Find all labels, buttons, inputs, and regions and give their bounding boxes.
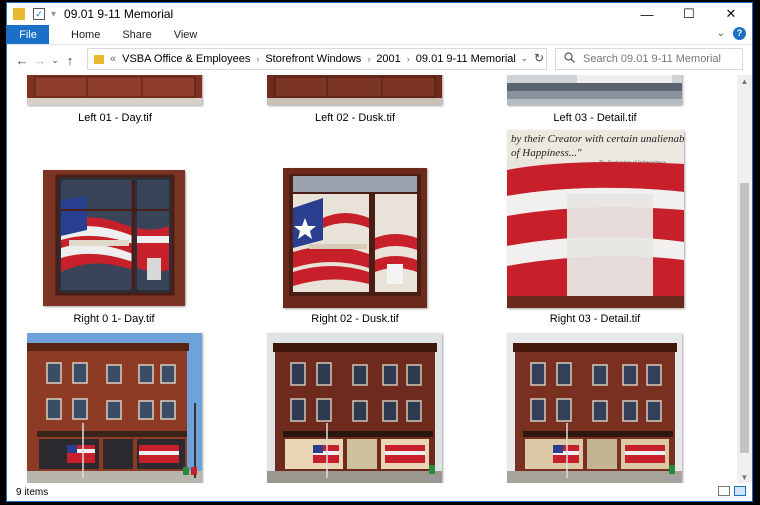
file-name[interactable]: Left 02 - Dusk.tif — [275, 112, 435, 124]
back-button[interactable]: ← — [13, 53, 31, 68]
tab-file[interactable]: File — [7, 25, 49, 44]
file-thumbnail[interactable] — [267, 75, 442, 105]
folder-icon — [13, 8, 25, 20]
tab-share[interactable]: Share — [122, 29, 151, 41]
tab-view[interactable]: View — [174, 29, 198, 41]
title-bar: ✓ ▾ 09.01 9-11 Memorial — ☐ ✕ — [7, 3, 752, 25]
file-thumbnail[interactable]: by their Creator with certain unalienabl… — [507, 130, 684, 308]
breadcrumb-item[interactable]: 09.01 9-11 Memorial — [416, 53, 516, 65]
file-thumbnail[interactable] — [267, 333, 442, 485]
large-icons-view-icon[interactable] — [734, 486, 746, 496]
file-name[interactable]: Right 02 - Dusk.tif — [275, 313, 435, 325]
detail-quote-line-2: of Happiness..." — [511, 147, 582, 159]
refresh-button[interactable]: ↻ — [534, 51, 544, 65]
file-thumbnail[interactable] — [507, 75, 682, 105]
close-button[interactable]: ✕ — [710, 3, 752, 25]
help-icon[interactable]: ? — [733, 27, 746, 40]
chevron-right-icon[interactable]: › — [407, 54, 410, 64]
file-thumbnail[interactable] — [283, 168, 427, 308]
search-icon — [564, 52, 575, 66]
breadcrumb-item[interactable]: 2001 — [376, 53, 400, 65]
address-bar[interactable]: « VSBA Office & Employees › Storefront W… — [87, 48, 547, 70]
file-thumbnail[interactable] — [43, 170, 185, 306]
forward-button[interactable]: → — [31, 53, 49, 68]
window-title: 09.01 9-11 Memorial — [64, 7, 174, 21]
folder-icon — [94, 54, 104, 64]
ribbon-tabs: File Home Share View ⌄ ? — [7, 25, 752, 45]
search-box[interactable]: Search 09.01 9-11 Memorial — [555, 48, 743, 70]
file-thumbnail[interactable] — [27, 333, 202, 485]
breadcrumb-item[interactable]: Storefront Windows — [265, 53, 361, 65]
chevron-right-icon[interactable]: › — [256, 54, 259, 64]
address-dropdown-icon[interactable]: ⌄ — [520, 53, 528, 64]
tab-home[interactable]: Home — [71, 29, 100, 41]
explorer-window: ✓ ▾ 09.01 9-11 Memorial — ☐ ✕ File Home … — [6, 2, 753, 502]
quick-access-dropdown-icon[interactable]: ▾ — [51, 9, 56, 20]
item-count: 9 items — [16, 486, 49, 498]
vertical-scrollbar[interactable]: ▲ ▼ — [737, 75, 752, 485]
file-name[interactable]: Right 03 - Detail.tif — [515, 313, 675, 325]
up-button[interactable]: ↑ — [61, 53, 79, 68]
file-name[interactable]: Left 01 - Day.tif — [35, 112, 195, 124]
file-list-pane[interactable]: Left 01 - Day.tif Left 02 - Dusk.tif Lef… — [7, 75, 738, 485]
search-input[interactable]: Search 09.01 9-11 Memorial — [583, 53, 721, 65]
file-name[interactable]: Right 0 1- Day.tif — [34, 313, 194, 325]
file-thumbnail[interactable] — [27, 75, 202, 105]
minimize-button[interactable]: — — [626, 3, 668, 25]
scroll-up-icon[interactable]: ▲ — [737, 75, 752, 89]
expand-ribbon-icon[interactable]: ⌄ — [717, 28, 725, 39]
breadcrumb-overflow[interactable]: « — [110, 53, 116, 65]
file-thumbnail[interactable] — [507, 333, 682, 485]
status-bar: 9 items — [7, 483, 752, 501]
maximize-button[interactable]: ☐ — [668, 3, 710, 25]
recent-locations-button[interactable]: ⌄ — [49, 55, 61, 66]
navigation-bar: ← → ⌄ ↑ « VSBA Office & Employees › Stor… — [7, 45, 752, 75]
properties-quick-access-icon[interactable]: ✓ — [33, 8, 45, 20]
chevron-right-icon[interactable]: › — [367, 54, 370, 64]
file-name[interactable]: Left 03 - Detail.tif — [515, 112, 675, 124]
breadcrumb-item[interactable]: VSBA Office & Employees — [122, 53, 250, 65]
details-view-icon[interactable] — [718, 486, 730, 496]
scrollbar-thumb[interactable] — [740, 183, 749, 453]
detail-quote-line-1: by their Creator with certain unalienabl… — [511, 133, 684, 145]
